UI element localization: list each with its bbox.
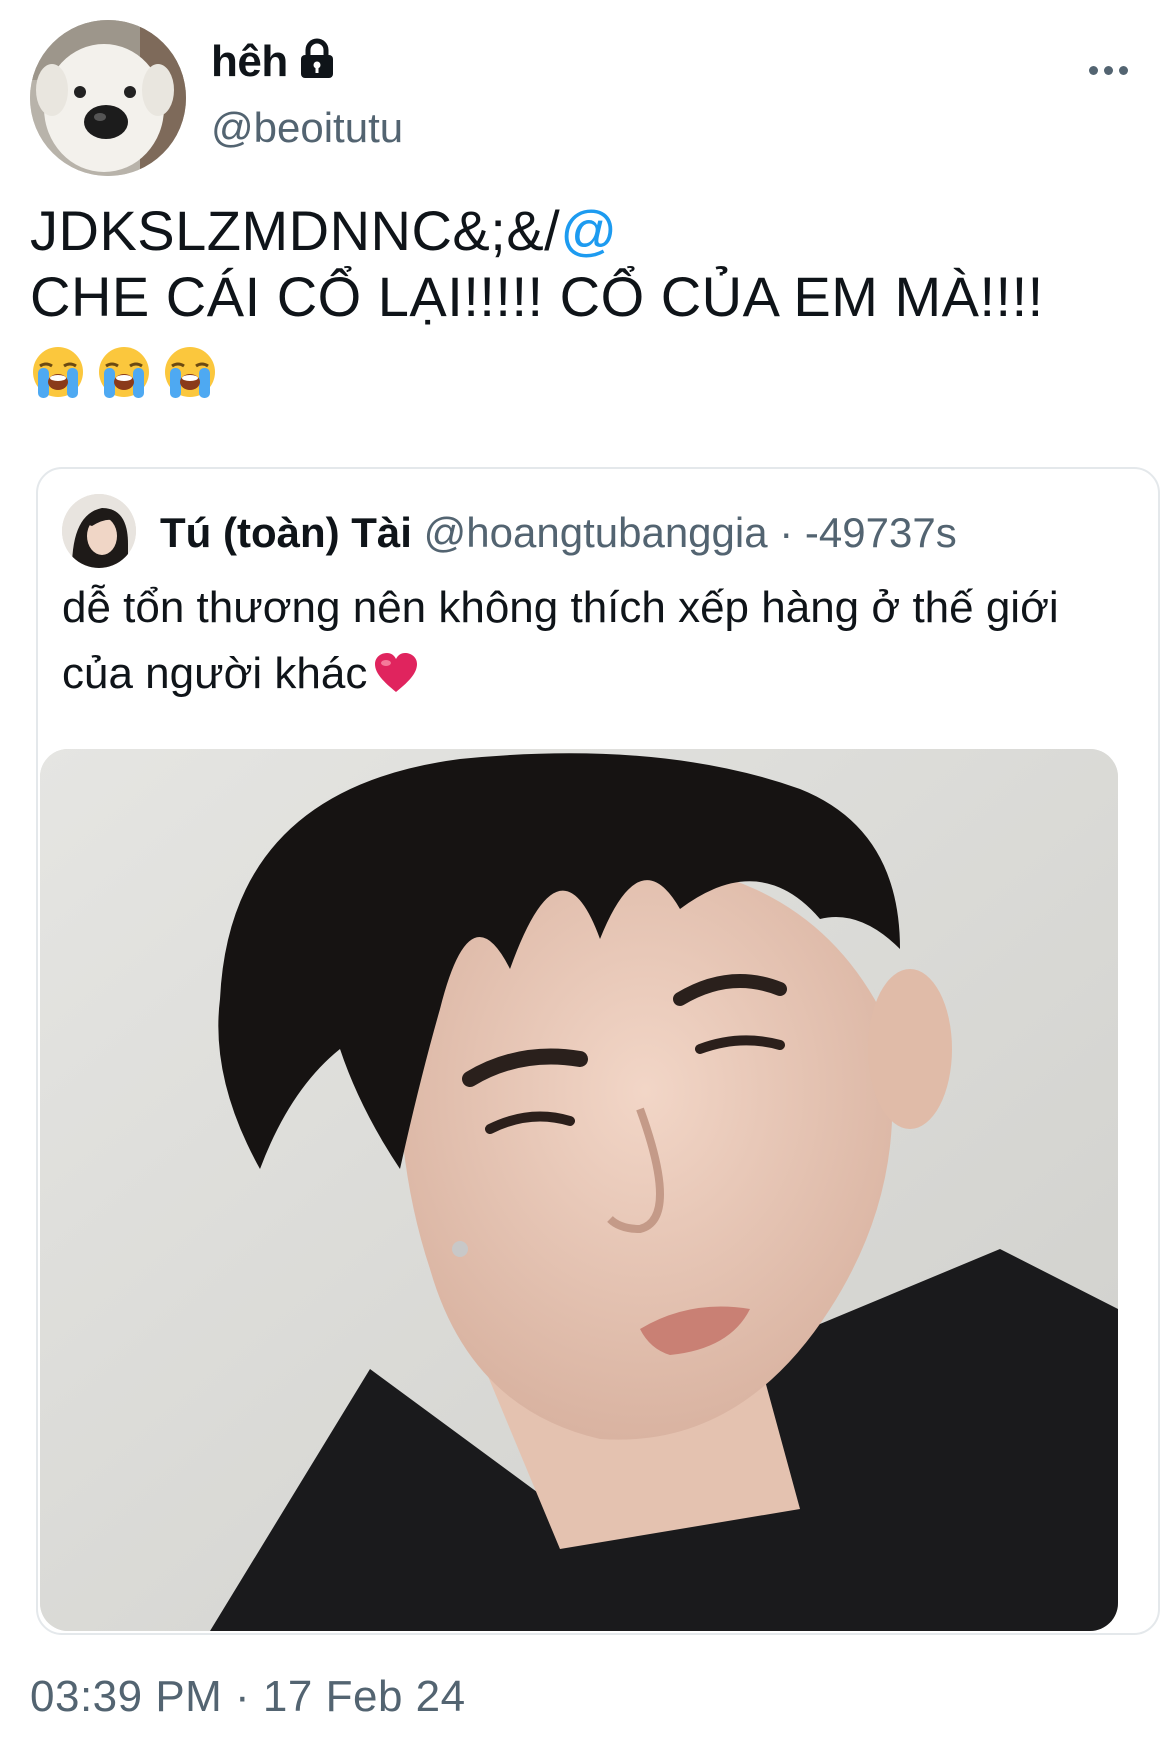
tweet-timestamp[interactable]: 03:39 PM · 17 Feb 24 (30, 1672, 466, 1722)
mention-link[interactable]: @ (560, 199, 617, 262)
quoted-time[interactable]: -49737s (805, 509, 957, 556)
loudly-crying-face-icon (99, 347, 149, 398)
quoted-text: dễ tổn thương nên không thích xếp hàng ở… (62, 575, 1122, 707)
more-dot (1088, 65, 1098, 75)
quoted-author-avatar[interactable] (62, 494, 136, 568)
lock-icon (300, 38, 333, 78)
more-dot (1118, 65, 1128, 75)
tweet-line-1-text: JDKSLZMDNNC&;&/ (30, 199, 561, 262)
author-avatar[interactable] (30, 20, 186, 176)
quoted-handle[interactable]: @hoangtubanggia (424, 509, 768, 556)
tweet-line-1: JDKSLZMDNNC&;&/@ (30, 198, 1140, 264)
tweet-text: JDKSLZMDNNC&;&/@ CHE CÁI CỔ LẠI!!!!! CỔ … (30, 198, 1140, 400)
author-name-row: hêh (211, 34, 336, 90)
author-handle[interactable]: @beoitutu (211, 104, 403, 152)
tweet-line-2: CHE CÁI CỔ LẠI!!!!! CỔ CỦA EM MÀ!!!! (30, 265, 1044, 328)
person-avatar-icon (62, 494, 136, 568)
emoji-row (30, 344, 1140, 400)
author-display-name[interactable]: hêh (211, 37, 288, 87)
loudly-crying-face-icon (33, 347, 83, 398)
quoted-display-name[interactable]: Tú (toàn) Tài (160, 509, 412, 556)
quoted-header: Tú (toàn) Tài @hoangtubanggia · -49737s (160, 507, 957, 559)
more-options-icon[interactable] (1080, 52, 1136, 88)
quoted-tweet[interactable]: Tú (toàn) Tài @hoangtubanggia · -49737s … (36, 467, 1160, 1635)
red-heart-icon (375, 653, 418, 692)
portrait-photo-icon (40, 749, 1118, 1631)
dog-avatar-icon (30, 20, 186, 176)
quoted-text-body: dễ tổn thương nên không thích xếp hàng ở… (62, 583, 1059, 698)
loudly-crying-face-icon (165, 347, 215, 398)
separator-dot: · (779, 509, 794, 556)
more-dot (1103, 65, 1113, 75)
quoted-photo[interactable] (40, 749, 1118, 1631)
tweet-card: hêh @beoitutu JDKSLZMDNNC&;&/@ CHE CÁI C… (0, 0, 1170, 1748)
